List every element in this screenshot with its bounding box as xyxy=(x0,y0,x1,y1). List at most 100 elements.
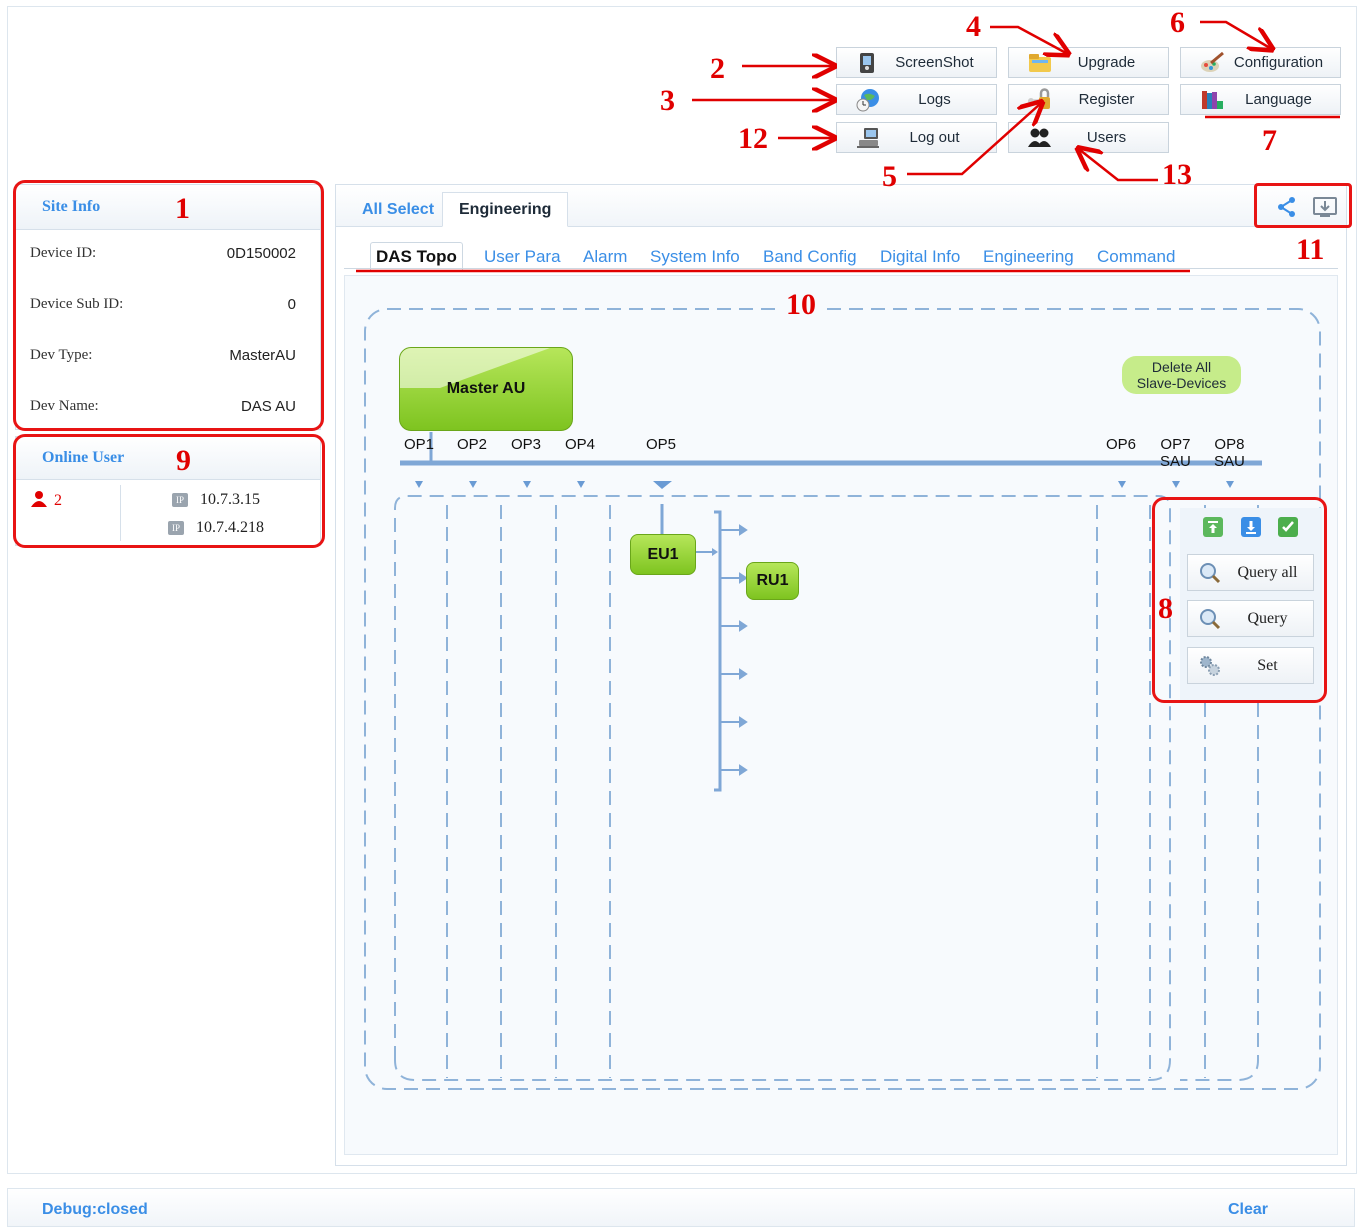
annotation-number-8: 8 xyxy=(1158,592,1173,625)
register-label: Register xyxy=(1078,91,1135,108)
upgrade-label: Upgrade xyxy=(1077,54,1136,71)
annotation-number-4: 4 xyxy=(966,10,981,43)
logs-button[interactable]: Logs xyxy=(836,84,997,115)
port-op2[interactable]: OP2 xyxy=(457,436,487,453)
tab-system-info[interactable]: System Info xyxy=(650,247,740,267)
master-au-node[interactable]: Master AU xyxy=(399,347,573,431)
annotation-number-9: 9 xyxy=(176,444,191,477)
annotation-number-3: 3 xyxy=(660,84,675,117)
device-sub-id-row: Device Sub ID: 0 xyxy=(30,296,296,313)
query-button[interactable]: Query xyxy=(1187,600,1314,637)
annotation-number-6: 6 xyxy=(1170,6,1185,39)
site-info-title: Site Info xyxy=(16,185,320,230)
export-icon[interactable] xyxy=(1312,195,1338,223)
gears-icon xyxy=(1198,654,1222,678)
dev-name-key: Dev Name: xyxy=(30,398,99,414)
port-op1[interactable]: OP1 xyxy=(404,436,434,453)
annotation-number-2: 2 xyxy=(710,52,725,85)
tab-digital-info[interactable]: Digital Info xyxy=(880,247,960,267)
tab-band-config[interactable]: Band Config xyxy=(763,247,857,267)
ru1-node[interactable]: RU1 xyxy=(746,562,799,600)
camera-icon xyxy=(855,51,881,75)
set-button[interactable]: Set xyxy=(1187,647,1314,684)
tab-command[interactable]: Command xyxy=(1097,247,1175,267)
port-op7-label: OP7 xyxy=(1160,436,1191,453)
share-icon[interactable] xyxy=(1276,196,1298,222)
query-label: Query xyxy=(1247,609,1288,627)
device-id-key: Device ID: xyxy=(30,245,97,261)
magnifier-icon xyxy=(1198,562,1222,584)
user-icon xyxy=(30,490,48,512)
screenshot-button[interactable]: ScreenShot xyxy=(836,47,997,78)
debug-bar: Debug:closed Clear xyxy=(7,1188,1355,1227)
query-all-label: Query all xyxy=(1237,563,1298,581)
tab-alarm[interactable]: Alarm xyxy=(583,247,627,267)
online-user-count: 2 xyxy=(30,490,62,512)
outer-tab-bar: All Select Engineering xyxy=(336,185,1346,227)
tab-das-topo[interactable]: DAS Topo xyxy=(370,242,463,270)
computer-logout-icon xyxy=(855,126,881,150)
eu1-node[interactable]: EU1 xyxy=(630,534,696,575)
clear-button[interactable]: Clear xyxy=(1228,1201,1268,1219)
checkbox-icon[interactable] xyxy=(1278,517,1298,537)
tab-all-select[interactable]: All Select xyxy=(362,193,434,226)
port-op4[interactable]: OP4 xyxy=(565,436,595,453)
ip-badge-icon: IP xyxy=(172,493,188,507)
logout-label: Log out xyxy=(909,129,960,146)
annotation-number-7: 7 xyxy=(1262,124,1277,157)
ip-row-2: IP 10.7.4.218 xyxy=(168,519,264,537)
dev-type-key: Dev Type: xyxy=(30,347,93,363)
master-au-label: Master AU xyxy=(446,380,526,397)
delete-all-line2: Slave-Devices xyxy=(1136,375,1227,391)
tab-user-para[interactable]: User Para xyxy=(484,247,561,267)
logs-label: Logs xyxy=(918,91,951,108)
dev-name-value: DAS AU xyxy=(240,398,296,415)
delete-all-line1: Delete All xyxy=(1151,359,1212,375)
port-op8-label: OP8 xyxy=(1214,436,1245,453)
online-user-panel: Online User 2 IP 10.7.3.15 IP 10.7.4.218 xyxy=(15,436,321,546)
port-op7-sub: SAU xyxy=(1160,453,1191,470)
ip-row-1: IP 10.7.3.15 xyxy=(172,491,260,509)
folder-upgrade-icon xyxy=(1027,51,1053,75)
device-id-value: 0D150002 xyxy=(226,245,296,262)
dev-type-row: Dev Type: MasterAU xyxy=(30,347,296,364)
annotation-number-1: 1 xyxy=(175,192,190,225)
ru1-label: RU1 xyxy=(756,572,789,589)
users-label: Users xyxy=(1086,129,1127,146)
register-button[interactable]: Register xyxy=(1008,84,1169,115)
online-user-title: Online User xyxy=(16,437,320,480)
delete-all-slave-devices-button[interactable]: Delete All Slave-Devices xyxy=(1122,356,1241,394)
upgrade-button[interactable]: Upgrade xyxy=(1008,47,1169,78)
online-user-count-value: 2 xyxy=(54,492,62,509)
dev-name-row: Dev Name: DAS AU xyxy=(30,398,296,415)
port-op7[interactable]: OP7 SAU xyxy=(1160,436,1191,470)
tab-engineering-inner[interactable]: Engineering xyxy=(983,247,1074,267)
inner-tab-divider xyxy=(344,268,1338,269)
port-op6[interactable]: OP6 xyxy=(1106,436,1136,453)
logout-button[interactable]: Log out xyxy=(836,122,997,153)
eu1-label: EU1 xyxy=(647,545,679,563)
configuration-button[interactable]: Configuration xyxy=(1180,47,1341,78)
language-button[interactable]: Language xyxy=(1180,84,1341,115)
magnifier-icon xyxy=(1198,608,1222,630)
users-icon xyxy=(1027,126,1053,150)
annotation-number-13: 13 xyxy=(1162,158,1192,191)
port-op8[interactable]: OP8 SAU xyxy=(1214,436,1245,470)
language-books-icon xyxy=(1199,88,1225,112)
port-op3[interactable]: OP3 xyxy=(511,436,541,453)
upload-icon[interactable] xyxy=(1203,517,1223,537)
globe-clock-icon xyxy=(855,88,881,112)
language-label: Language xyxy=(1245,91,1312,108)
debug-status-toggle[interactable]: Debug:closed xyxy=(42,1201,148,1219)
download-icon[interactable] xyxy=(1241,517,1261,537)
screenshot-label: ScreenShot xyxy=(895,54,974,71)
paintbrush-icon xyxy=(1199,51,1225,75)
port-op5[interactable]: OP5 xyxy=(646,436,676,453)
annotation-number-11: 11 xyxy=(1296,233,1325,266)
users-button[interactable]: Users xyxy=(1008,122,1169,153)
ip-address: 10.7.3.15 xyxy=(200,491,260,508)
tab-engineering[interactable]: Engineering xyxy=(442,192,569,227)
annotation-number-5: 5 xyxy=(882,160,897,193)
query-all-button[interactable]: Query all xyxy=(1187,554,1314,591)
annotation-number-10: 10 xyxy=(782,290,820,320)
